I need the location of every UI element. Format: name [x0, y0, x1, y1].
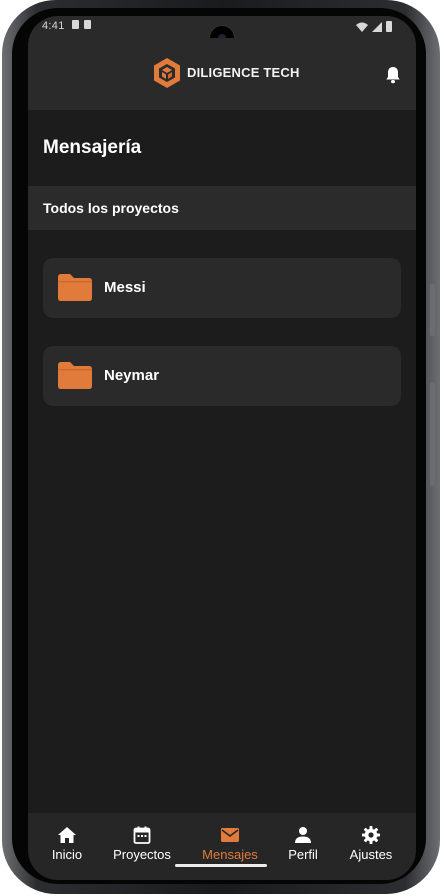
status-left-icons	[72, 20, 91, 29]
volume-button	[430, 382, 435, 486]
notification-icon	[72, 20, 79, 29]
bottom-nav: Inicio Proyectos Mensajes Perfil Ajustes	[28, 813, 416, 880]
person-icon	[295, 827, 311, 843]
folder-card-messi[interactable]: Messi	[43, 258, 401, 318]
app-header: DILIGENCE TECH	[28, 38, 416, 110]
page-title: Mensajería	[43, 137, 142, 158]
gear-icon	[362, 826, 380, 844]
bell-icon[interactable]	[385, 66, 401, 84]
nav-label-proyectos: Proyectos	[113, 847, 171, 862]
brand-name: DILIGENCE TECH	[187, 64, 300, 80]
calendar-icon	[133, 826, 151, 844]
screen: 4:41 DILIGENCE TECH Mensajería Todos los…	[28, 16, 416, 880]
status-time: 4:41	[42, 20, 65, 32]
diligence-cube-logo-icon	[154, 58, 180, 88]
folder-label: Neymar	[104, 367, 160, 384]
nav-item-perfil[interactable]: Perfil	[265, 826, 341, 862]
nav-item-proyectos[interactable]: Proyectos	[104, 826, 180, 862]
home-indicator	[175, 864, 267, 867]
power-button	[430, 284, 435, 336]
folder-icon	[58, 274, 92, 301]
folder-label: Messi	[104, 279, 146, 296]
nav-item-mensajes[interactable]: Mensajes	[192, 826, 268, 862]
nav-label-inicio: Inicio	[51, 847, 83, 862]
mail-icon	[221, 828, 239, 842]
folder-icon	[58, 362, 92, 389]
nav-label-mensajes: Mensajes	[202, 847, 258, 862]
section-header: Todos los proyectos	[28, 186, 416, 230]
nav-label-perfil: Perfil	[288, 847, 318, 862]
status-right-icons	[356, 21, 392, 32]
battery-icon	[386, 21, 392, 32]
section-label: Todos los proyectos	[43, 200, 179, 216]
sim-icon	[84, 20, 91, 29]
nav-label-ajustes: Ajustes	[349, 847, 393, 862]
brand-logo: DILIGENCE TECH	[151, 56, 300, 88]
home-icon	[58, 827, 76, 843]
wifi-icon	[356, 22, 368, 32]
nav-item-inicio[interactable]: Inicio	[29, 826, 105, 862]
nav-item-ajustes[interactable]: Ajustes	[333, 826, 409, 862]
folder-card-neymar[interactable]: Neymar	[43, 346, 401, 406]
signal-icon	[372, 21, 382, 32]
